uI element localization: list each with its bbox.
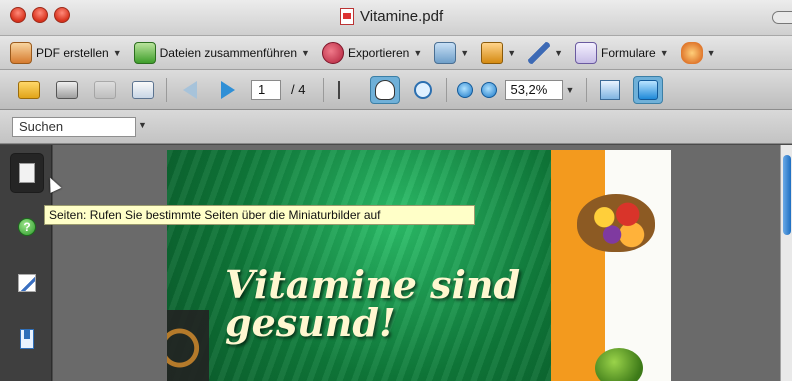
- next-page-button[interactable]: [213, 76, 243, 104]
- minimize-window-button[interactable]: [32, 7, 48, 23]
- search-input[interactable]: Suchen: [12, 117, 136, 137]
- create-pdf-icon: [10, 41, 32, 64]
- zoom-window-button[interactable]: [54, 7, 70, 23]
- window-title: Vitamine.pdf: [360, 7, 444, 25]
- forms-icon: [575, 41, 598, 64]
- pages-tooltip: Seiten: Rufen Sie bestimmte Seiten über …: [44, 205, 475, 225]
- forms-button[interactable]: Formulare ▼: [575, 39, 669, 67]
- task-toolbar: PDF erstellen ▼ Dateien zusammenführen ▼…: [0, 36, 792, 70]
- lime-image: [595, 348, 643, 381]
- select-tool-button[interactable]: [332, 76, 362, 104]
- chevron-down-icon: ▼: [112, 47, 122, 58]
- zoom-out-icon: [457, 81, 474, 98]
- export-icon: [321, 41, 344, 64]
- previous-page-button[interactable]: [175, 76, 205, 104]
- bookmark-icon: [20, 329, 34, 349]
- save-icon: [94, 80, 116, 99]
- window-title-group: Vitamine.pdf: [340, 5, 443, 27]
- chevron-down-icon: ▼: [413, 47, 423, 58]
- chevron-down-icon[interactable]: ▼: [565, 85, 574, 95]
- arrow-left-icon: [183, 80, 197, 99]
- printer-icon: [56, 80, 78, 99]
- pdf-viewer-window: Vitamine.pdf PDF erstellen ▼ Dateien zus…: [0, 0, 792, 381]
- pen-button[interactable]: ▼: [528, 39, 563, 67]
- review-button[interactable]: ▼: [680, 39, 716, 67]
- title-bar: Vitamine.pdf: [0, 0, 792, 36]
- find-bar: Suchen ▼: [0, 110, 792, 144]
- toolbar-divider: [586, 77, 588, 102]
- chevron-down-icon: ▼: [659, 47, 669, 58]
- scroll-thumb[interactable]: [783, 155, 791, 235]
- document-headline: Vitamine sind gesund!: [225, 262, 521, 345]
- fruit-bowl-image: [577, 194, 655, 252]
- review-icon: [680, 41, 703, 64]
- fit-width-button[interactable]: [595, 76, 625, 104]
- export-label: Exportieren: [347, 45, 410, 60]
- envelope-icon: [132, 80, 154, 99]
- zoom-out-button[interactable]: [455, 76, 475, 104]
- zoom-tool-icon: [414, 80, 433, 99]
- pages-panel-button[interactable]: [10, 153, 44, 193]
- page-total: / 4: [291, 82, 306, 97]
- secure-button[interactable]: ▼: [481, 39, 516, 67]
- pdf-page[interactable]: Vitamine sind gesund!: [167, 150, 671, 381]
- create-pdf-button[interactable]: PDF erstellen ▼: [10, 39, 122, 67]
- toolbar-divider: [323, 77, 325, 102]
- fit-width-icon: [600, 79, 621, 100]
- chevron-down-icon[interactable]: ▼: [138, 120, 147, 130]
- close-window-button[interactable]: [10, 7, 26, 23]
- chevron-down-icon: ▼: [554, 47, 564, 58]
- pdf-document-icon: [340, 7, 354, 25]
- zoom-in-icon: [481, 81, 498, 98]
- help-panel-button[interactable]: ?: [10, 207, 44, 247]
- save-button[interactable]: [90, 76, 120, 104]
- zoom-level-field[interactable]: 53,2%: [505, 79, 564, 100]
- main-toolbar: 1 / 4 53,2% ▼: [0, 70, 792, 110]
- chevron-down-icon: ▼: [460, 47, 470, 58]
- butterfly-image: [167, 310, 209, 381]
- chevron-down-icon: ▼: [507, 47, 517, 58]
- marquee-zoom-button[interactable]: [408, 76, 438, 104]
- open-button[interactable]: [14, 76, 44, 104]
- white-stripe: [605, 150, 671, 381]
- full-screen-icon: [638, 79, 659, 100]
- combine-files-label: Dateien zusammenführen: [159, 45, 298, 60]
- arrow-right-icon: [221, 80, 235, 99]
- combine-files-icon: [133, 41, 156, 64]
- create-pdf-label: PDF erstellen: [36, 45, 109, 60]
- bookmarks-panel-button[interactable]: [10, 319, 44, 359]
- page-thumbnails-icon: [19, 163, 35, 183]
- full-screen-button[interactable]: [633, 75, 664, 104]
- toolbar-divider: [446, 77, 448, 102]
- toolbar-toggle-button[interactable]: [772, 11, 792, 24]
- toolbar-divider: [166, 77, 167, 102]
- lock-icon: [481, 41, 504, 64]
- email-button[interactable]: [128, 76, 158, 104]
- signatures-panel-button[interactable]: [10, 263, 44, 303]
- folder-icon: [18, 80, 40, 99]
- signature-icon: [18, 274, 36, 292]
- print-button[interactable]: [52, 76, 82, 104]
- help-icon: ?: [18, 218, 36, 236]
- pen-icon: [528, 41, 551, 64]
- document-area[interactable]: Vitamine sind gesund!: [53, 145, 792, 381]
- export-button[interactable]: Exportieren ▼: [321, 39, 423, 67]
- chevron-down-icon: ▼: [301, 47, 310, 58]
- hand-tool-button[interactable]: [370, 75, 401, 104]
- sign-icon: [434, 41, 457, 64]
- sign-button[interactable]: ▼: [434, 39, 469, 67]
- zoom-in-button[interactable]: [479, 76, 499, 104]
- hand-icon: [375, 79, 396, 100]
- text-select-icon: [338, 80, 356, 99]
- vertical-scrollbar[interactable]: [780, 145, 792, 381]
- chevron-down-icon: ▼: [706, 47, 716, 58]
- forms-label: Formulare: [601, 45, 656, 60]
- page-number-input[interactable]: 1: [251, 79, 281, 100]
- combine-files-button[interactable]: Dateien zusammenführen ▼: [133, 39, 310, 67]
